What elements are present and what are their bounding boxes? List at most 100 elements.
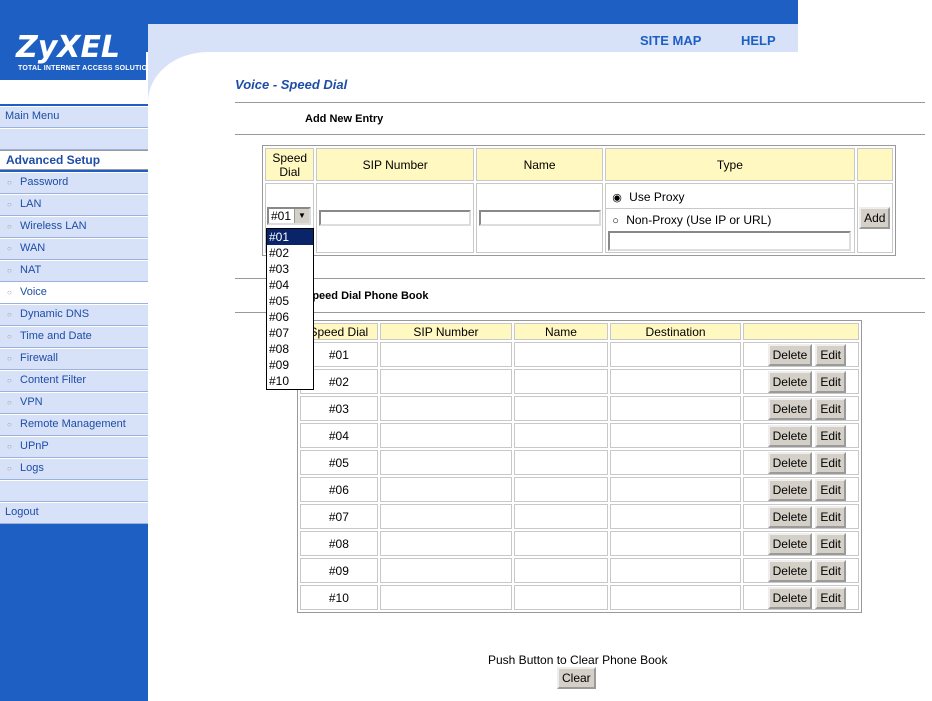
- speed-dial-value: #06: [300, 477, 378, 502]
- clear-instruction: Push Button to Clear Phone Book: [488, 653, 668, 667]
- sidebar-item-logs[interactable]: ○ Logs: [0, 458, 148, 480]
- use-proxy-label: Use Proxy: [629, 189, 685, 204]
- sidebar-item-remote-management[interactable]: ○ Remote Management: [0, 414, 148, 436]
- table-row: #06 Delete Edit: [300, 477, 859, 502]
- delete-button[interactable]: Delete: [767, 586, 813, 609]
- sidebar-item-time-and-date[interactable]: ○ Time and Date: [0, 326, 148, 348]
- speed-dial-value: #05: [300, 450, 378, 475]
- bullet-icon: ○: [7, 442, 12, 451]
- table-row: #10 Delete Edit: [300, 585, 859, 610]
- divider: [235, 134, 925, 135]
- edit-button[interactable]: Edit: [815, 424, 846, 447]
- sidebar-item-firewall[interactable]: ○ Firewall: [0, 348, 148, 370]
- help-link[interactable]: HELP: [741, 33, 776, 48]
- sidebar-section-advanced-setup[interactable]: Advanced Setup: [0, 150, 148, 170]
- speed-dial-value: #10: [300, 585, 378, 610]
- sidebar-item-main-menu[interactable]: Main Menu: [0, 106, 148, 128]
- sidebar-item-nat[interactable]: ○ NAT: [0, 260, 148, 282]
- speed-dial-value: #07: [300, 504, 378, 529]
- add-entry-table: Speed Dial SIP Number Name Type ◉ Use Pro…: [262, 145, 896, 256]
- bullet-icon: ○: [7, 332, 12, 341]
- edit-button[interactable]: Edit: [815, 532, 846, 555]
- dropdown-option[interactable]: #10: [267, 373, 313, 389]
- dropdown-option[interactable]: #09: [267, 357, 313, 373]
- bullet-icon: ○: [7, 398, 12, 407]
- sidebar-item-wan[interactable]: ○ WAN: [0, 238, 148, 260]
- delete-button[interactable]: Delete: [767, 343, 813, 366]
- sidebar-item-dynamic-dns[interactable]: ○ Dynamic DNS: [0, 304, 148, 326]
- bullet-icon: ○: [7, 310, 12, 319]
- bullet-icon: ○: [7, 200, 12, 209]
- dropdown-option[interactable]: #01: [267, 229, 313, 245]
- delete-button[interactable]: Delete: [767, 451, 813, 474]
- bullet-icon: ○: [7, 420, 12, 429]
- sidebar-item-voice[interactable]: ○ Voice: [0, 282, 148, 304]
- page-title: Voice - Speed Dial: [235, 77, 348, 92]
- divider: [235, 102, 925, 103]
- phonebook-title: Speed Dial Phone Book: [305, 290, 429, 302]
- non-proxy-label: Non-Proxy (Use IP or URL): [626, 212, 772, 227]
- name-input[interactable]: [478, 210, 601, 226]
- proxy-address-input[interactable]: [608, 230, 852, 251]
- dropdown-option[interactable]: #04: [267, 277, 313, 293]
- edit-button[interactable]: Edit: [815, 559, 846, 582]
- delete-button[interactable]: Delete: [767, 559, 813, 582]
- sidebar-item-wireless-lan[interactable]: ○ Wireless LAN: [0, 216, 148, 238]
- col-sip-number: SIP Number: [379, 323, 513, 340]
- sip-number-input[interactable]: [319, 210, 472, 226]
- dropdown-option[interactable]: #02: [267, 245, 313, 261]
- divider: [235, 278, 925, 279]
- edit-button[interactable]: Edit: [815, 397, 846, 420]
- use-proxy-radio[interactable]: ◉: [612, 192, 622, 204]
- dropdown-option[interactable]: #03: [267, 261, 313, 277]
- table-row: #03 Delete Edit: [300, 396, 859, 421]
- col-destination: Destination: [609, 323, 742, 340]
- table-row: #07 Delete Edit: [300, 504, 859, 529]
- add-button[interactable]: Add: [859, 207, 891, 229]
- brand-name: ZyXEL: [16, 30, 121, 65]
- speed-dial-dropdown-list[interactable]: #01 #02 #03 #04 #05 #06 #07 #08 #09 #10: [266, 228, 314, 390]
- delete-button[interactable]: Delete: [767, 424, 813, 447]
- dropdown-option[interactable]: #08: [267, 341, 313, 357]
- dropdown-option[interactable]: #06: [267, 309, 313, 325]
- edit-button[interactable]: Edit: [815, 586, 846, 609]
- bullet-icon: ○: [7, 464, 12, 473]
- table-row: #01 Delete Edit: [300, 342, 859, 367]
- divider: [235, 312, 925, 313]
- table-row: #02 Delete Edit: [300, 369, 859, 394]
- clear-button[interactable]: Clear: [557, 667, 596, 689]
- delete-button[interactable]: Delete: [767, 478, 813, 501]
- sidebar-item-password[interactable]: ○ Password: [0, 172, 148, 194]
- edit-button[interactable]: Edit: [815, 451, 846, 474]
- edit-button[interactable]: Edit: [815, 478, 846, 501]
- bullet-icon: ○: [7, 376, 12, 385]
- sidebar-item-upnp[interactable]: ○ UPnP: [0, 436, 148, 458]
- delete-button[interactable]: Delete: [767, 370, 813, 393]
- sidebar-item-logout[interactable]: Logout: [0, 502, 148, 524]
- sidebar-item-content-filter[interactable]: ○ Content Filter: [0, 370, 148, 392]
- delete-button[interactable]: Delete: [767, 505, 813, 528]
- edit-button[interactable]: Edit: [815, 343, 846, 366]
- edit-button[interactable]: Edit: [815, 505, 846, 528]
- bullet-icon: ○: [7, 178, 12, 187]
- add-entry-title: Add New Entry: [305, 113, 384, 125]
- delete-button[interactable]: Delete: [767, 397, 813, 420]
- table-row: #05 Delete Edit: [300, 450, 859, 475]
- delete-button[interactable]: Delete: [767, 532, 813, 555]
- site-map-link[interactable]: SITE MAP: [640, 33, 701, 48]
- edit-button[interactable]: Edit: [815, 370, 846, 393]
- speed-dial-value: #08: [300, 531, 378, 556]
- phonebook-table: Speed Dial SIP Number Name Destination #…: [297, 320, 862, 613]
- dropdown-option[interactable]: #05: [267, 293, 313, 309]
- sidebar-item-lan[interactable]: ○ LAN: [0, 194, 148, 216]
- speed-dial-select[interactable]: #01 ▼: [267, 207, 311, 225]
- sidebar-item-vpn[interactable]: ○ VPN: [0, 392, 148, 414]
- col-name: Name: [514, 323, 608, 340]
- table-row: #09 Delete Edit: [300, 558, 859, 583]
- dropdown-option[interactable]: #07: [267, 325, 313, 341]
- non-proxy-radio[interactable]: ○: [612, 215, 619, 227]
- bullet-icon: ○: [7, 244, 12, 253]
- speed-dial-value: #03: [300, 396, 378, 421]
- speed-dial-value: #04: [300, 423, 378, 448]
- chevron-down-icon[interactable]: ▼: [294, 209, 309, 223]
